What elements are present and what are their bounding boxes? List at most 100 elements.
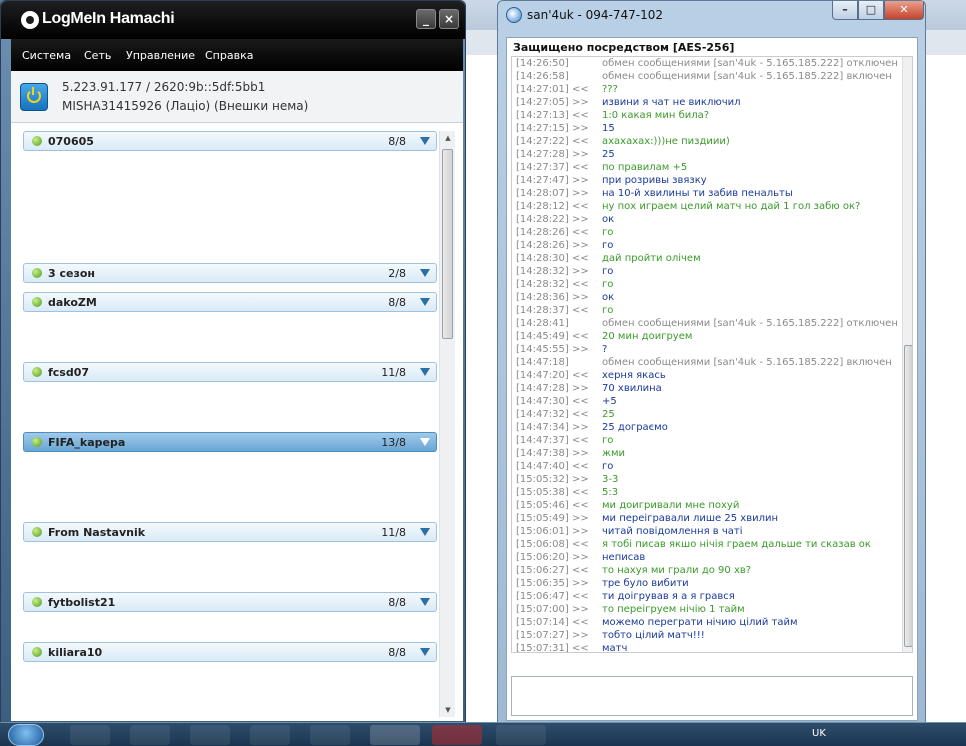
message-direction: >> — [572, 578, 589, 589]
taskbar-hamachi-icon[interactable] — [370, 725, 420, 745]
chat-scroll-thumb[interactable] — [904, 345, 912, 647]
message-timestamp: [15:06:35] — [516, 578, 569, 589]
message-timestamp: [14:45:55] — [516, 344, 569, 355]
message-timestamp: [14:28:26] — [516, 240, 569, 251]
chat-log-scrollbar[interactable] — [902, 57, 912, 652]
message-timestamp: [14:28:12] — [516, 201, 569, 212]
network-group[interactable]: 3 сезон 2/8 — [23, 262, 437, 283]
network-group[interactable]: fcsd07 11/8 — [23, 361, 437, 382]
message-timestamp: [14:26:50] — [516, 58, 569, 69]
message-text: го — [602, 461, 614, 472]
network-group-name: 3 сезон — [48, 266, 96, 280]
scroll-up-icon[interactable]: ▲ — [440, 131, 456, 145]
taskbar-ie-icon[interactable] — [130, 725, 170, 745]
message-timestamp: [14:47:40] — [516, 461, 569, 472]
message-text: обмен сообщениями [san'4uk - 5.165.185.2… — [602, 357, 892, 368]
chevron-down-icon[interactable] — [420, 367, 430, 376]
chat-message-input[interactable] — [514, 679, 910, 713]
message-direction: >> — [572, 448, 589, 459]
client-ip: 5.223.91.177 / 2620:9b::5df:5bb1 — [62, 80, 266, 94]
message-timestamp: [14:27:47] — [516, 175, 569, 186]
message-text: ? — [602, 344, 608, 355]
message-text: 3-3 — [602, 474, 619, 485]
message-text: жми — [602, 448, 626, 459]
chat-minimize-button[interactable]: – — [832, 1, 858, 20]
chat-title: san'4uk - 094-747-102 — [527, 8, 664, 22]
message-text: ми переігравали лише 25 хвилин — [602, 513, 779, 524]
close-button[interactable]: × — [439, 9, 459, 29]
message-direction: >> — [572, 513, 589, 524]
message-text: го — [602, 435, 614, 446]
minimize-button[interactable]: _ — [416, 9, 436, 29]
taskbar-app-icon[interactable] — [432, 725, 482, 745]
message-text: херня якась — [602, 370, 666, 381]
message-text: 25 дограємо — [602, 422, 668, 433]
message-text: 25 — [602, 409, 615, 420]
menu-help[interactable]: Справка — [205, 49, 253, 62]
chevron-down-icon[interactable] — [420, 437, 430, 446]
scroll-down-icon[interactable]: ▼ — [440, 703, 456, 717]
message-text: ок — [602, 292, 615, 303]
menu-system[interactable]: Система — [22, 49, 71, 62]
language-indicator[interactable]: UK — [812, 728, 826, 739]
chevron-down-icon[interactable] — [420, 268, 430, 277]
menu-manage[interactable]: Управление — [126, 49, 195, 62]
message-text: тре було вибити — [602, 578, 689, 589]
message-direction: >> — [572, 188, 589, 199]
network-group[interactable]: 070605 8/8 — [23, 131, 437, 151]
message-direction: << — [572, 539, 589, 550]
message-text: я тобі писав якшо нічія граем дальше ти … — [602, 539, 871, 550]
message-direction: << — [572, 591, 589, 602]
network-group[interactable]: kiliara10 8/8 — [23, 641, 437, 662]
network-list-scrollbar[interactable]: ▲ ▼ — [439, 131, 455, 717]
online-status-icon — [32, 597, 42, 607]
hamachi-titlebar: LogMeIn Hamachi _ × — [1, 1, 465, 39]
network-group[interactable]: fytbolist21 8/8 — [23, 592, 437, 612]
network-group-count: 8/8 — [388, 596, 406, 609]
chevron-down-icon[interactable] — [420, 297, 430, 306]
start-button[interactable] — [8, 724, 44, 746]
message-text: ??? — [602, 84, 618, 95]
message-timestamp: [14:47:37] — [516, 435, 569, 446]
message-direction: << — [572, 409, 589, 420]
taskbar-paint-icon[interactable] — [496, 725, 546, 745]
message-timestamp: [14:47:32] — [516, 409, 569, 420]
chevron-down-icon[interactable] — [420, 647, 430, 656]
message-timestamp: [15:07:00] — [516, 604, 569, 615]
network-group[interactable]: From Nastavnik 11/8 — [23, 522, 437, 542]
chat-close-button[interactable]: ✕ — [884, 1, 924, 20]
message-direction: >> — [572, 552, 589, 563]
network-group[interactable]: FIFA_kapepa 13/8 — [23, 431, 437, 452]
message-timestamp: [14:28:37] — [516, 305, 569, 316]
network-group-count: 11/8 — [381, 526, 406, 539]
message-direction: >> — [572, 175, 589, 186]
chevron-down-icon[interactable] — [420, 598, 430, 606]
scroll-thumb[interactable] — [442, 149, 453, 339]
message-text: ахахахах:)))не пиздиии) — [602, 136, 730, 147]
taskbar-chrome-icon[interactable] — [190, 725, 230, 745]
taskbar-window-icon[interactable] — [310, 725, 350, 745]
message-timestamp: [14:28:22] — [516, 214, 569, 225]
message-text: ну пох играем целий матч но дай 1 гол за… — [602, 201, 861, 212]
taskbar-explorer-icon[interactable] — [70, 725, 110, 745]
message-text: то переігруем нічію 1 тайм — [602, 604, 745, 615]
taskbar-media-icon[interactable] — [250, 725, 290, 745]
hamachi-status-panel: 5.223.91.177 / 2620:9b::5df:5bb1 MISHA31… — [11, 71, 463, 123]
network-group[interactable]: dakoZM 8/8 — [23, 291, 437, 312]
menu-network[interactable]: Сеть — [84, 49, 111, 62]
message-direction: << — [572, 84, 589, 95]
network-group-count: 8/8 — [388, 645, 406, 659]
chat-log: [14:26:50] обмен сообщениями [san'4uk - 5… — [511, 56, 913, 653]
message-timestamp: [15:05:46] — [516, 500, 569, 511]
message-direction: << — [572, 279, 589, 290]
chat-maximize-button[interactable]: □ — [858, 1, 884, 20]
message-direction: >> — [572, 292, 589, 303]
chevron-down-icon[interactable] — [420, 137, 430, 145]
message-timestamp: [14:47:18] — [516, 357, 569, 368]
power-button[interactable] — [20, 83, 48, 111]
chevron-down-icon[interactable] — [420, 528, 430, 536]
message-text: го — [602, 227, 614, 238]
online-status-icon — [32, 267, 42, 278]
chat-input-box[interactable] — [511, 676, 913, 716]
network-group-name: FIFA_kapepa — [48, 435, 126, 449]
